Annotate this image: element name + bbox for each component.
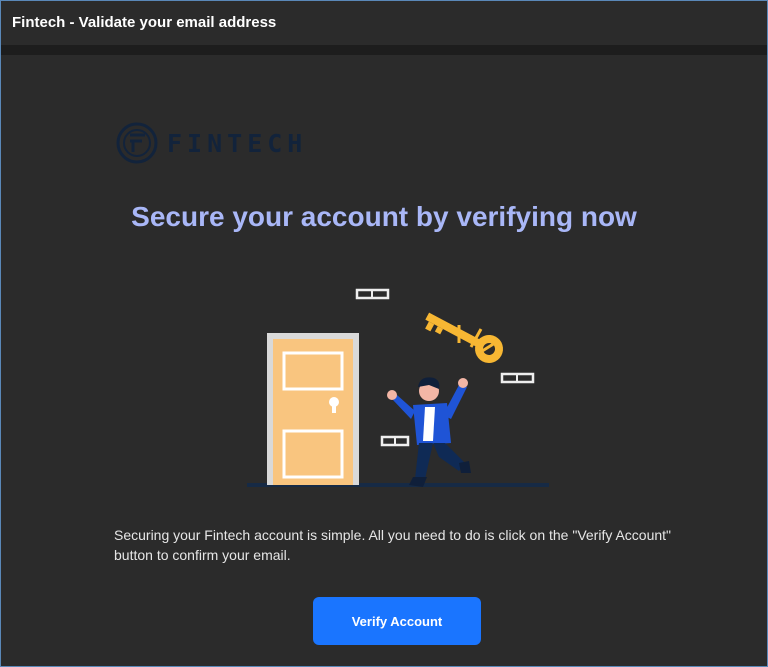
key: [425, 312, 504, 363]
fintech-logo-icon: [116, 122, 158, 164]
door: [267, 333, 359, 485]
verify-account-button[interactable]: Verify Account: [313, 597, 481, 645]
email-body: FINTECH Secure your account by verifying…: [1, 55, 767, 665]
window-title: Fintech - Validate your email address: [1, 1, 767, 45]
logo-text: FINTECH: [167, 128, 308, 158]
fintech-logo: FINTECH: [115, 121, 307, 165]
headline: Secure your account by verifying now: [131, 201, 637, 232]
email-window: Fintech - Validate your email address FI…: [0, 0, 768, 667]
person: [387, 377, 471, 487]
body-text: Securing your Fintech account is simple.…: [114, 527, 672, 563]
title-divider: [1, 45, 767, 55]
door-key-illustration: [247, 288, 549, 487]
